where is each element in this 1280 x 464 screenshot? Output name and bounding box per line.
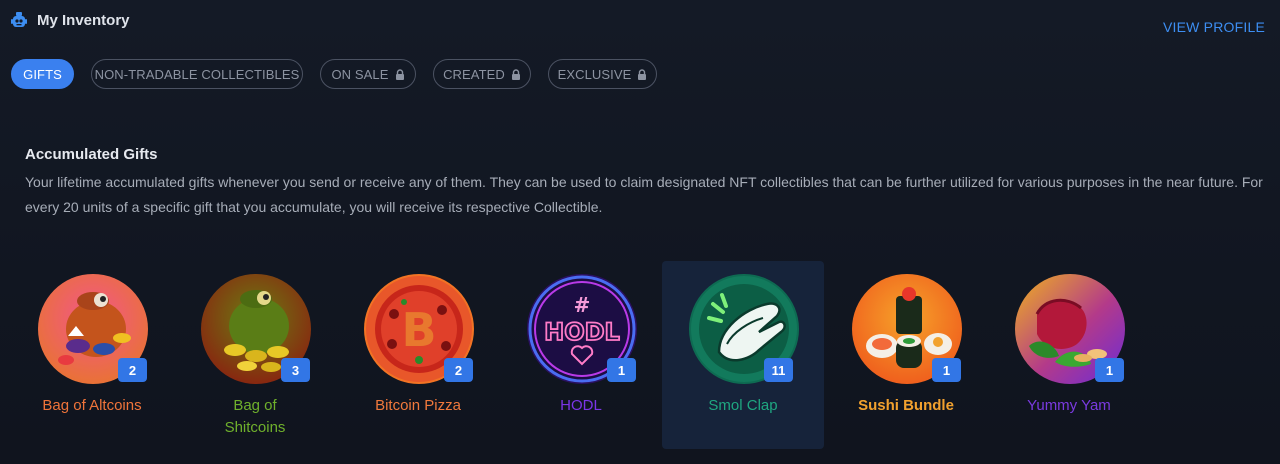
gift-count-badge: 2 <box>444 358 473 382</box>
gift-count-badge: 1 <box>932 358 961 382</box>
svg-text:B: B <box>401 303 436 357</box>
tab-non-tradable-collectibles[interactable]: NON-TRADABLE COLLECTIBLES <box>91 59 303 89</box>
gift-name: HODL <box>560 397 602 414</box>
gift-card-bitcoin-pizza[interactable]: B 2 Bitcoin Pizza <box>337 261 499 449</box>
lock-icon <box>511 68 520 80</box>
section-description: Your lifetime accumulated gifts whenever… <box>25 174 1263 215</box>
gift-count-badge: 1 <box>1095 358 1124 382</box>
gift-name: Bag of Shitcoins <box>224 397 286 436</box>
page-title: My Inventory <box>37 12 130 29</box>
gift-count-badge: 2 <box>118 358 147 382</box>
tab-exclusive[interactable]: EXCLUSIVE <box>548 59 657 89</box>
gift-card-smol-clap[interactable]: 11 Smol Clap <box>662 261 824 449</box>
inventory-header: My Inventory VIEW PROFILE <box>0 0 1280 50</box>
gift-name: Yummy Yam <box>1027 397 1111 414</box>
tab-gifts[interactable]: GIFTS <box>11 59 74 89</box>
section-title: Accumulated Gifts <box>25 146 158 163</box>
gift-card-sushi-bundle[interactable]: 1 Sushi Bundle <box>825 261 987 449</box>
gift-count-badge: 1 <box>607 358 636 382</box>
robot-icon <box>11 12 27 27</box>
svg-text:#: # <box>574 293 591 317</box>
view-profile-link[interactable]: VIEW PROFILE <box>1163 19 1265 35</box>
lock-icon <box>638 68 647 80</box>
gift-card-yummy-yam[interactable]: 1 Yummy Yam <box>988 261 1150 449</box>
tab-label: NON-TRADABLE COLLECTIBLES <box>94 66 300 82</box>
gift-name: Bag of Altcoins <box>42 397 142 414</box>
tab-label: EXCLUSIVE <box>557 66 632 82</box>
gift-name: Bitcoin Pizza <box>375 397 461 414</box>
gift-count-badge: 3 <box>281 358 310 382</box>
gift-name: Smol Clap <box>708 397 778 414</box>
svg-text:HODL: HODL <box>544 318 620 346</box>
tab-on-sale[interactable]: ON SALE <box>320 59 416 89</box>
gift-name: Sushi Bundle <box>858 397 954 414</box>
tab-label: GIFTS <box>23 66 62 82</box>
gift-card-hodl[interactable]: # HODL 1 HODL <box>500 261 662 449</box>
tab-created[interactable]: CREATED <box>433 59 531 89</box>
gift-count-badge: 11 <box>764 358 793 382</box>
tab-label: ON SALE <box>331 66 389 82</box>
gift-card-bag-of-altcoins[interactable]: 2 Bag of Altcoins <box>11 261 173 449</box>
tab-label: CREATED <box>443 66 505 82</box>
gift-card-bag-of-shitcoins[interactable]: 3 Bag of Shitcoins <box>174 261 336 449</box>
lock-icon <box>395 68 404 80</box>
